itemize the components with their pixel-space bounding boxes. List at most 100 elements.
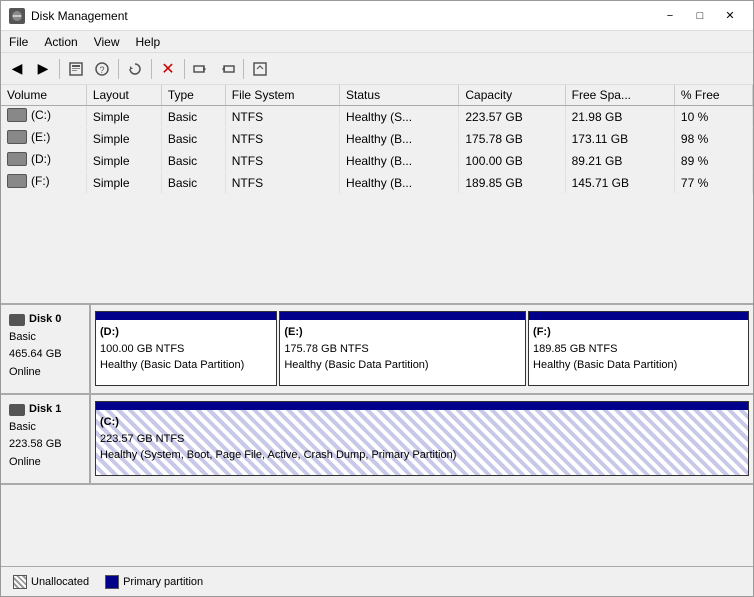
- refresh-button[interactable]: [123, 57, 147, 81]
- cell-capacity: 189.85 GB: [459, 172, 565, 194]
- cell-layout: Simple: [86, 128, 161, 150]
- menu-view[interactable]: View: [86, 33, 128, 50]
- main-content: Volume Layout Type File System Status Ca…: [1, 85, 753, 596]
- partition-content: (F:) 189.85 GB NTFS Healthy (Basic Data …: [529, 322, 748, 376]
- toolbar-sep-4: [184, 59, 185, 79]
- partition-0-1[interactable]: (E:) 175.78 GB NTFS Healthy (Basic Data …: [279, 311, 526, 386]
- partition-label: (F:): [533, 324, 744, 341]
- partition-status: Healthy (System, Boot, Page File, Active…: [100, 447, 744, 464]
- cell-pct: 89 %: [674, 150, 752, 172]
- cell-free: 21.98 GB: [565, 106, 674, 128]
- toolbar-sep-5: [243, 59, 244, 79]
- extend-button[interactable]: [189, 57, 213, 81]
- legend-unallocated-label: Unallocated: [31, 576, 89, 588]
- partition-status: Healthy (Basic Data Partition): [284, 357, 521, 374]
- cell-volume: (E:): [1, 128, 86, 150]
- legend-primary: Primary partition: [105, 575, 203, 589]
- menu-file[interactable]: File: [1, 33, 36, 50]
- cell-type: Basic: [161, 172, 225, 194]
- cell-layout: Simple: [86, 106, 161, 128]
- window-title: Disk Management: [31, 9, 128, 23]
- app-icon: [9, 8, 25, 24]
- volume-table-area[interactable]: Volume Layout Type File System Status Ca…: [1, 85, 753, 305]
- menu-help[interactable]: Help: [128, 33, 169, 50]
- col-pctfree[interactable]: % Free: [674, 85, 752, 106]
- partition-status: Healthy (Basic Data Partition): [533, 357, 744, 374]
- cell-capacity: 175.78 GB: [459, 128, 565, 150]
- partition-size: 189.85 GB NTFS: [533, 341, 744, 358]
- col-volume[interactable]: Volume: [1, 85, 86, 106]
- col-type[interactable]: Type: [161, 85, 225, 106]
- cell-free: 173.11 GB: [565, 128, 674, 150]
- table-row[interactable]: (D:) Simple Basic NTFS Healthy (B... 100…: [1, 150, 753, 172]
- disk-label-0: Disk 0 Basic 465.64 GB Online: [1, 305, 91, 393]
- cell-volume: (F:): [1, 172, 86, 194]
- partition-label: (C:): [100, 414, 744, 431]
- cell-layout: Simple: [86, 172, 161, 194]
- maximize-button[interactable]: □: [685, 6, 715, 26]
- partition-label: (D:): [100, 324, 272, 341]
- partition-content: (E:) 175.78 GB NTFS Healthy (Basic Data …: [280, 322, 525, 376]
- properties-button[interactable]: [64, 57, 88, 81]
- cell-pct: 98 %: [674, 128, 752, 150]
- partition-content: (C:) 223.57 GB NTFS Healthy (System, Boo…: [96, 412, 748, 466]
- partition-header-bar: [96, 402, 748, 410]
- col-status[interactable]: Status: [340, 85, 459, 106]
- cell-capacity: 100.00 GB: [459, 150, 565, 172]
- cell-free: 145.71 GB: [565, 172, 674, 194]
- cell-pct: 10 %: [674, 106, 752, 128]
- cell-fs: NTFS: [225, 128, 339, 150]
- partition-header-bar: [96, 312, 276, 320]
- partition-header-bar: [280, 312, 525, 320]
- disk-label-1: Disk 1 Basic 223.58 GB Online: [1, 395, 91, 483]
- partition-1-0[interactable]: (C:) 223.57 GB NTFS Healthy (System, Boo…: [95, 401, 749, 476]
- toolbar-sep-3: [151, 59, 152, 79]
- cell-fs: NTFS: [225, 150, 339, 172]
- col-freespace[interactable]: Free Spa...: [565, 85, 674, 106]
- menu-action[interactable]: Action: [36, 33, 85, 50]
- cell-fs: NTFS: [225, 172, 339, 194]
- col-filesystem[interactable]: File System: [225, 85, 339, 106]
- legend-unallocated-box: [13, 575, 27, 589]
- minimize-button[interactable]: −: [655, 6, 685, 26]
- toolbar-sep-1: [59, 59, 60, 79]
- partition-0-2[interactable]: (F:) 189.85 GB NTFS Healthy (Basic Data …: [528, 311, 749, 386]
- legend-primary-label: Primary partition: [123, 576, 203, 588]
- cell-pct: 77 %: [674, 172, 752, 194]
- col-capacity[interactable]: Capacity: [459, 85, 565, 106]
- partition-header-bar: [529, 312, 748, 320]
- legend-primary-box: [105, 575, 119, 589]
- cell-status: Healthy (B...: [340, 128, 459, 150]
- col-layout[interactable]: Layout: [86, 85, 161, 106]
- partition-label: (E:): [284, 324, 521, 341]
- legend-unallocated: Unallocated: [13, 575, 89, 589]
- disk-row-1: Disk 1 Basic 223.58 GB Online (C:) 223.5…: [1, 395, 753, 485]
- title-bar: Disk Management − □ ✕: [1, 1, 753, 31]
- forward-button[interactable]: ▶: [31, 57, 55, 81]
- disk-partitions-0: (D:) 100.00 GB NTFS Healthy (Basic Data …: [91, 305, 753, 393]
- cell-status: Healthy (S...: [340, 106, 459, 128]
- partition-status: Healthy (Basic Data Partition): [100, 357, 272, 374]
- delete-button[interactable]: ✕: [156, 57, 180, 81]
- format-button[interactable]: [248, 57, 272, 81]
- cell-type: Basic: [161, 150, 225, 172]
- close-button[interactable]: ✕: [715, 6, 745, 26]
- back-button[interactable]: ◀: [5, 57, 29, 81]
- partition-0-0[interactable]: (D:) 100.00 GB NTFS Healthy (Basic Data …: [95, 311, 277, 386]
- cell-volume: (C:): [1, 106, 86, 128]
- help-button[interactable]: ?: [90, 57, 114, 81]
- partition-size: 100.00 GB NTFS: [100, 341, 272, 358]
- cell-status: Healthy (B...: [340, 172, 459, 194]
- table-row[interactable]: (C:) Simple Basic NTFS Healthy (S... 223…: [1, 106, 753, 128]
- partition-size: 223.57 GB NTFS: [100, 431, 744, 448]
- table-row[interactable]: (E:) Simple Basic NTFS Healthy (B... 175…: [1, 128, 753, 150]
- partition-content: (D:) 100.00 GB NTFS Healthy (Basic Data …: [96, 322, 276, 376]
- shrink-button[interactable]: [215, 57, 239, 81]
- cell-type: Basic: [161, 128, 225, 150]
- cell-free: 89.21 GB: [565, 150, 674, 172]
- toolbar-sep-2: [118, 59, 119, 79]
- table-row[interactable]: (F:) Simple Basic NTFS Healthy (B... 189…: [1, 172, 753, 194]
- title-bar-left: Disk Management: [9, 8, 128, 24]
- disk-area[interactable]: Disk 0 Basic 465.64 GB Online (D:) 100.0…: [1, 305, 753, 566]
- legend: Unallocated Primary partition: [1, 566, 753, 596]
